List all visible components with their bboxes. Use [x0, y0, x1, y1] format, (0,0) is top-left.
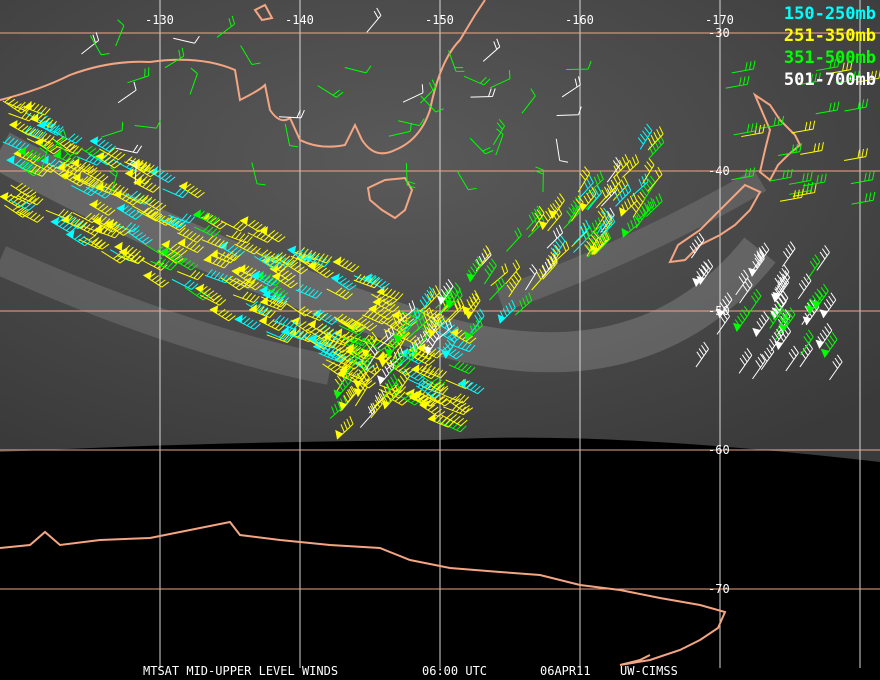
- time-label: 06:00 UTC: [422, 664, 488, 678]
- map-canvas: [0, 0, 880, 668]
- longitude-label: -170: [705, 13, 734, 27]
- satellite-wind-map: -130 -140 -150 -160 -170 -30 -40 -50 -60 -70 150…: [0, 0, 880, 680]
- legend-item-501-700: 501-700mb: [783, 70, 876, 90]
- legend-item-251-350: 251-350mb: [783, 26, 876, 46]
- footer: MTSAT MID-UPPER LEVEL WINDS 06:00 UTC 06…: [0, 594, 880, 678]
- longitude-label: -150: [425, 13, 454, 27]
- product-title: MTSAT MID-UPPER LEVEL WINDS: [143, 664, 339, 678]
- latitude-label: -40: [708, 164, 730, 178]
- longitude-label: -130: [145, 13, 174, 27]
- latitude-label: -30: [708, 26, 730, 40]
- source-label: UW-CIMSS: [620, 664, 678, 678]
- longitude-label: -160: [565, 13, 594, 27]
- latitude-label: -60: [708, 443, 730, 457]
- latitude-label: -50: [708, 304, 730, 318]
- longitude-label: -140: [285, 13, 314, 27]
- date-label: 06APR11: [540, 664, 591, 678]
- legend-item-351-500: 351-500mb: [783, 48, 876, 68]
- legend-item-150-250: 150-250mb: [783, 4, 876, 24]
